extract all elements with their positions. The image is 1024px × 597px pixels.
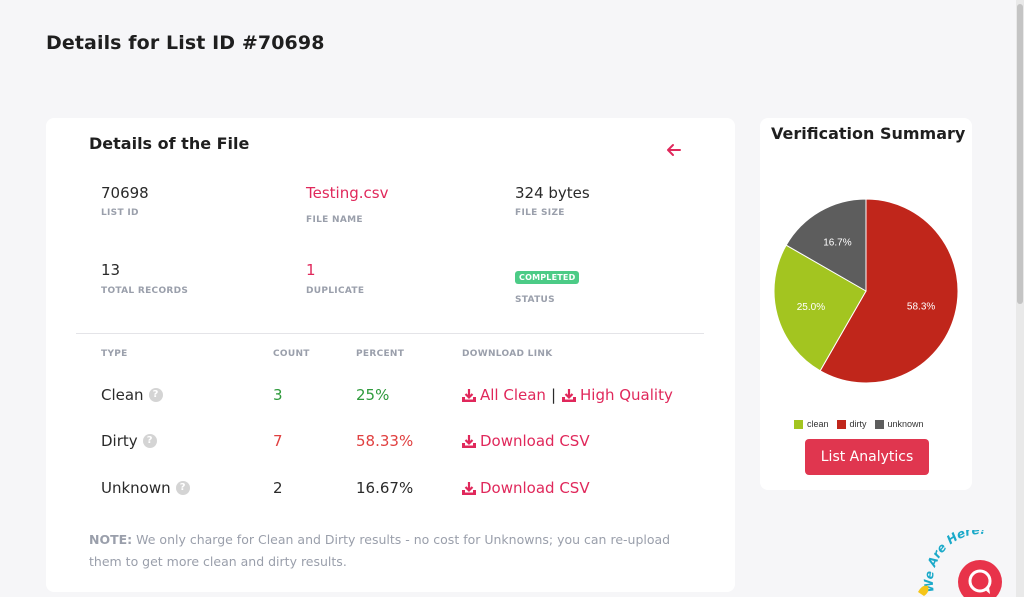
count-cell: 2 (273, 479, 283, 497)
download-icon (462, 388, 476, 402)
duplicate-label: DUPLICATE (306, 286, 365, 296)
type-cell: Dirty ? (101, 432, 157, 450)
type-cell: Unknown ? (101, 479, 190, 497)
list-id-value: 70698 (101, 184, 149, 202)
duplicate-value: 1 (306, 261, 316, 279)
verification-pie-chart: 58.3% 25.0% 16.7% (773, 198, 959, 384)
type-label: Unknown (101, 479, 171, 497)
file-size-field: 324 bytes FILE SIZE (515, 184, 590, 218)
summary-title: Verification Summary (771, 124, 966, 143)
page-title: Details for List ID #70698 (46, 32, 325, 54)
file-size-value: 324 bytes (515, 184, 590, 202)
count-cell: 3 (273, 386, 283, 404)
file-details-card: Details of the File 70698 LIST ID Testin… (46, 118, 735, 592)
question-circle-icon[interactable]: ? (142, 434, 157, 448)
download-links: All Clean | High Quality (461, 386, 673, 404)
verification-summary-card: Verification Summary 58.3% 25.0% 16.7% cle… (760, 118, 972, 490)
legend-label: unknown (887, 419, 924, 429)
type-label: Clean (101, 386, 144, 404)
page-scrollbar[interactable] (1016, 0, 1024, 597)
card-title: Details of the File (89, 134, 250, 153)
total-records-field: 13 TOTAL RECORDS (101, 261, 188, 296)
table-row: Clean ? 3 25% All Clean | High Quality (46, 386, 735, 410)
count-cell: 7 (273, 432, 283, 450)
legend-label: dirty (849, 419, 867, 429)
pricing-note: NOTE: We only charge for Clean and Dirty… (89, 529, 699, 573)
back-arrow-icon[interactable] (664, 138, 684, 162)
total-records-value: 13 (101, 261, 121, 279)
section-divider (76, 333, 704, 334)
legend-item-unknown[interactable]: unknown (874, 419, 924, 429)
header-download: DOWNLOAD LINK (462, 349, 553, 359)
all-clean-link[interactable]: All Clean (461, 386, 546, 404)
legend-swatch (836, 419, 846, 429)
percent-cell: 16.67% (356, 479, 414, 497)
header-percent: PERCENT (356, 349, 405, 359)
file-name-value[interactable]: Testing.csv (306, 184, 388, 202)
pie-label-unknown: 16.7% (823, 238, 851, 249)
total-records-label: TOTAL RECORDS (101, 286, 189, 296)
download-csv-label: Download CSV (480, 479, 590, 497)
pie-label-clean: 25.0% (797, 302, 825, 313)
legend-swatch (874, 419, 884, 429)
all-clean-label: All Clean (480, 386, 546, 404)
file-name-label: FILE NAME (306, 215, 363, 225)
type-cell: Clean ? (101, 386, 163, 404)
chat-widget[interactable]: We Are Here! (912, 523, 1024, 597)
list-analytics-button[interactable]: List Analytics (805, 439, 929, 475)
table-row: Unknown ? 2 16.67% Download CSV (46, 479, 735, 503)
high-quality-link[interactable]: High Quality (561, 386, 673, 404)
note-bold: NOTE: (89, 532, 133, 547)
type-label: Dirty (101, 432, 138, 450)
download-csv-label: Download CSV (480, 432, 590, 450)
list-id-field: 70698 LIST ID (101, 184, 149, 218)
link-separator: | (550, 386, 556, 404)
status-field: COMPLETED STATUS (515, 265, 580, 305)
legend-item-dirty[interactable]: dirty (836, 419, 867, 429)
download-links: Download CSV (461, 432, 590, 450)
download-csv-link[interactable]: Download CSV (461, 432, 590, 450)
note-text: We only charge for Clean and Dirty resul… (89, 532, 671, 569)
header-type: TYPE (101, 349, 128, 359)
list-id-label: LIST ID (101, 208, 139, 218)
status-label: STATUS (515, 295, 555, 305)
legend-item-clean[interactable]: clean (794, 419, 829, 429)
status-badge: COMPLETED (515, 271, 580, 284)
table-row: Dirty ? 7 58.33% Download CSV (46, 432, 735, 456)
download-icon (462, 434, 476, 448)
scrollbar-thumb[interactable] (1017, 4, 1023, 304)
percent-cell: 58.33% (356, 432, 414, 450)
high-quality-label: High Quality (580, 386, 673, 404)
question-circle-icon[interactable]: ? (175, 481, 190, 495)
file-name-field: Testing.csv FILE NAME (306, 184, 388, 225)
header-count: COUNT (273, 349, 310, 359)
download-icon (562, 388, 576, 402)
download-icon (462, 481, 476, 495)
file-size-label: FILE SIZE (515, 208, 565, 218)
question-circle-icon[interactable]: ? (148, 388, 163, 402)
legend-label: clean (807, 419, 829, 429)
pie-label-dirty: 58.3% (907, 302, 935, 313)
percent-cell: 25% (356, 386, 390, 404)
legend-swatch (794, 419, 803, 429)
download-csv-link[interactable]: Download CSV (461, 479, 590, 497)
download-links: Download CSV (461, 479, 590, 497)
chart-legend: clean dirty unknown (794, 419, 924, 429)
duplicate-field: 1 DUPLICATE (306, 261, 364, 296)
